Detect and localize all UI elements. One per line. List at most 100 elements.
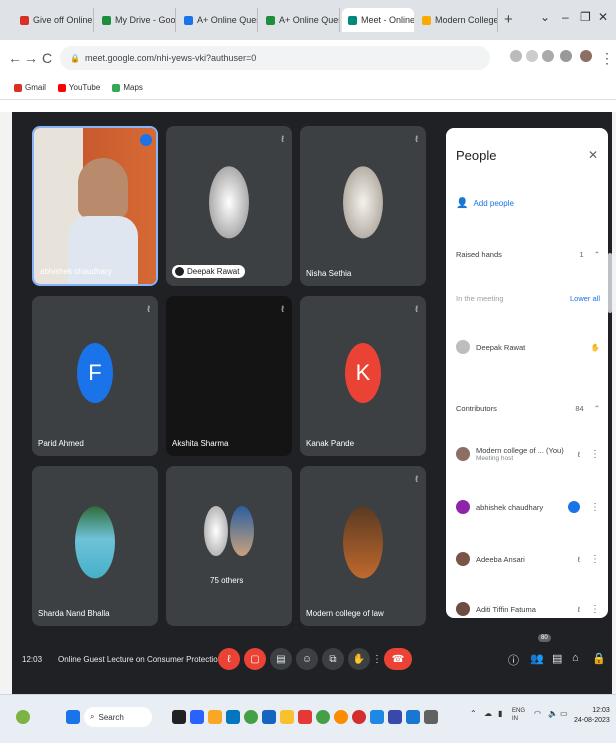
tab-search-icon[interactable]: ⌄ bbox=[540, 10, 550, 24]
meeting-clock: 12:03 bbox=[22, 655, 43, 664]
participant-tile[interactable]: K ℓ Kanak Pande bbox=[300, 296, 426, 456]
search-icon: ⌕ bbox=[90, 712, 95, 721]
menu-icon[interactable]: ⋮ bbox=[600, 50, 614, 67]
browser-tab[interactable]: A+ Online Question ✕ bbox=[260, 8, 340, 32]
present-button[interactable]: ⧉ bbox=[322, 648, 344, 670]
participant-tile[interactable]: ℓ Deepak Rawat bbox=[166, 126, 292, 286]
volume-icon[interactable]: 🔈 bbox=[548, 709, 558, 718]
onedrive-icon[interactable]: ☁ bbox=[484, 709, 492, 718]
new-tab-button[interactable]: + bbox=[504, 11, 513, 28]
browser-tab[interactable]: Give off Online lecture ✕ bbox=[14, 8, 94, 32]
avatar bbox=[456, 552, 470, 566]
app-icon[interactable] bbox=[352, 710, 366, 724]
folder-icon[interactable] bbox=[208, 710, 222, 724]
bookmark-star-icon[interactable] bbox=[526, 50, 538, 62]
participant-tile[interactable]: ℓ Modern college of law bbox=[300, 466, 426, 626]
url-input[interactable]: 🔒 meet.google.com/nhi-yews-vki?authuser=… bbox=[60, 46, 490, 70]
back-icon[interactable]: ← bbox=[8, 50, 22, 66]
others-tile[interactable]: 75 others bbox=[166, 466, 292, 626]
browser-tab[interactable]: My Drive - Google D ✕ bbox=[96, 8, 176, 32]
battery-status-icon[interactable]: ▭ bbox=[560, 709, 568, 718]
language-indicator[interactable]: ENG IN bbox=[512, 707, 525, 723]
chevron-up-icon[interactable]: ⌃ bbox=[594, 250, 600, 259]
taskbar-search[interactable]: ⌕ Search bbox=[84, 707, 152, 727]
browser-tab[interactable]: A+ Online Question ✕ bbox=[178, 8, 258, 32]
more-options-icon[interactable]: ⋮ bbox=[590, 449, 600, 460]
chrome-icon[interactable] bbox=[244, 710, 258, 724]
wifi-icon[interactable]: ◠ bbox=[534, 709, 541, 718]
pin-icon[interactable] bbox=[140, 134, 152, 146]
lower-all-button[interactable]: Lower all bbox=[570, 294, 600, 303]
extension-icon[interactable] bbox=[542, 50, 554, 62]
participant-tile[interactable]: ℓ Akshita Sharma bbox=[166, 296, 292, 456]
add-people-button[interactable]: 👤 Add people bbox=[456, 198, 514, 209]
store-icon[interactable] bbox=[262, 710, 276, 724]
browser-tab-strip: Give off Online lecture ✕ My Drive - Goo… bbox=[0, 0, 616, 40]
app-icon[interactable] bbox=[334, 710, 348, 724]
lock-icon[interactable]: 🔒 bbox=[592, 652, 606, 665]
chrome-icon[interactable] bbox=[316, 710, 330, 724]
hand-icon bbox=[175, 267, 184, 276]
weather-icon[interactable] bbox=[16, 710, 30, 724]
app-icon[interactable] bbox=[298, 710, 312, 724]
minimize-icon[interactable]: – bbox=[562, 10, 569, 24]
participant-tile[interactable]: Sharda Nand Bhalla bbox=[32, 466, 158, 626]
leave-call-button[interactable]: ☎ bbox=[384, 648, 412, 670]
mic-toggle-button[interactable]: ℓ bbox=[218, 648, 240, 670]
app-icon[interactable] bbox=[424, 710, 438, 724]
app-icon[interactable] bbox=[280, 710, 294, 724]
gmail-icon bbox=[20, 15, 29, 25]
bookmark-maps[interactable]: Maps bbox=[112, 83, 143, 92]
bookmark-gmail[interactable]: Gmail bbox=[14, 83, 46, 92]
app-icon[interactable] bbox=[370, 710, 384, 724]
share-icon[interactable] bbox=[510, 50, 522, 62]
browser-tab-active[interactable]: Meet - Online G ● bbox=[342, 8, 414, 32]
chat-icon[interactable]: ▤ bbox=[552, 652, 562, 665]
participant-tile[interactable]: F ℓ Parid Ahmed bbox=[32, 296, 158, 456]
camera-toggle-button[interactable]: ▢ bbox=[244, 648, 266, 670]
close-window-icon[interactable]: ✕ bbox=[598, 10, 608, 24]
raised-hand-person[interactable]: Deepak Rawat ✋ bbox=[456, 340, 600, 354]
activities-icon[interactable]: ⌂ bbox=[572, 652, 579, 664]
participant-tile-self[interactable]: abhishek chaudhary bbox=[32, 126, 158, 286]
browser-tab[interactable]: Modern College of ✕ bbox=[416, 8, 498, 32]
contributor-row[interactable]: Adeeba Ansari ℓ ⋮ bbox=[456, 552, 600, 566]
in-meeting-row: In the meeting Lower all bbox=[456, 294, 600, 303]
contributors-section[interactable]: Contributors 84 ⌃ bbox=[456, 404, 600, 413]
hand-raised-badge: Deepak Rawat bbox=[172, 265, 246, 278]
info-icon[interactable]: ⓘ bbox=[508, 652, 519, 668]
raised-hands-section[interactable]: Raised hands 1 ⌃ bbox=[456, 250, 600, 259]
captions-button[interactable]: ▤ bbox=[270, 648, 292, 670]
more-options-icon[interactable]: ⋮ bbox=[372, 648, 382, 670]
raise-hand-button[interactable]: ✋ bbox=[348, 648, 370, 670]
battery-icon[interactable]: ▮ bbox=[498, 709, 502, 718]
contributor-row[interactable]: Modern college of ... (You) Meeting host… bbox=[456, 446, 600, 462]
edge-icon[interactable] bbox=[226, 710, 240, 724]
hand-raised-icon[interactable]: ✋ bbox=[591, 343, 600, 352]
chevron-up-icon[interactable]: ⌃ bbox=[594, 404, 600, 413]
task-view-icon[interactable] bbox=[172, 710, 186, 724]
more-options-icon[interactable]: ⋮ bbox=[590, 604, 600, 615]
scrollbar[interactable] bbox=[608, 253, 612, 313]
more-options-icon[interactable]: ⋮ bbox=[590, 554, 600, 565]
profile-avatar[interactable] bbox=[580, 50, 592, 62]
app-icon[interactable] bbox=[406, 710, 420, 724]
start-icon[interactable] bbox=[66, 710, 80, 724]
contributor-row[interactable]: abhishek chaudhary ⋮ bbox=[456, 500, 600, 514]
reload-icon[interactable]: C bbox=[42, 50, 52, 66]
forward-icon[interactable]: → bbox=[24, 50, 38, 66]
bookmark-youtube[interactable]: YouTube bbox=[57, 83, 100, 92]
participant-tile[interactable]: ℓ Nisha Sethia bbox=[300, 126, 426, 286]
emoji-button[interactable]: ☺ bbox=[296, 648, 318, 670]
app-icon[interactable] bbox=[388, 710, 402, 724]
tray-overflow-icon[interactable]: ⌃ bbox=[470, 709, 477, 718]
more-options-icon[interactable]: ⋮ bbox=[590, 502, 600, 513]
taskbar-clock[interactable]: 12:03 24-08-2023 bbox=[574, 706, 610, 726]
sidebar-icon[interactable] bbox=[560, 50, 572, 62]
restore-icon[interactable]: ❐ bbox=[580, 10, 591, 24]
close-icon[interactable]: ✕ bbox=[588, 148, 598, 162]
contributor-row[interactable]: Aditi Tiffin Fatuma ℓ ⋮ bbox=[456, 602, 600, 616]
mic-off-icon: ℓ bbox=[281, 304, 284, 314]
app-icon[interactable] bbox=[190, 710, 204, 724]
people-icon[interactable]: 👥 bbox=[530, 652, 544, 665]
